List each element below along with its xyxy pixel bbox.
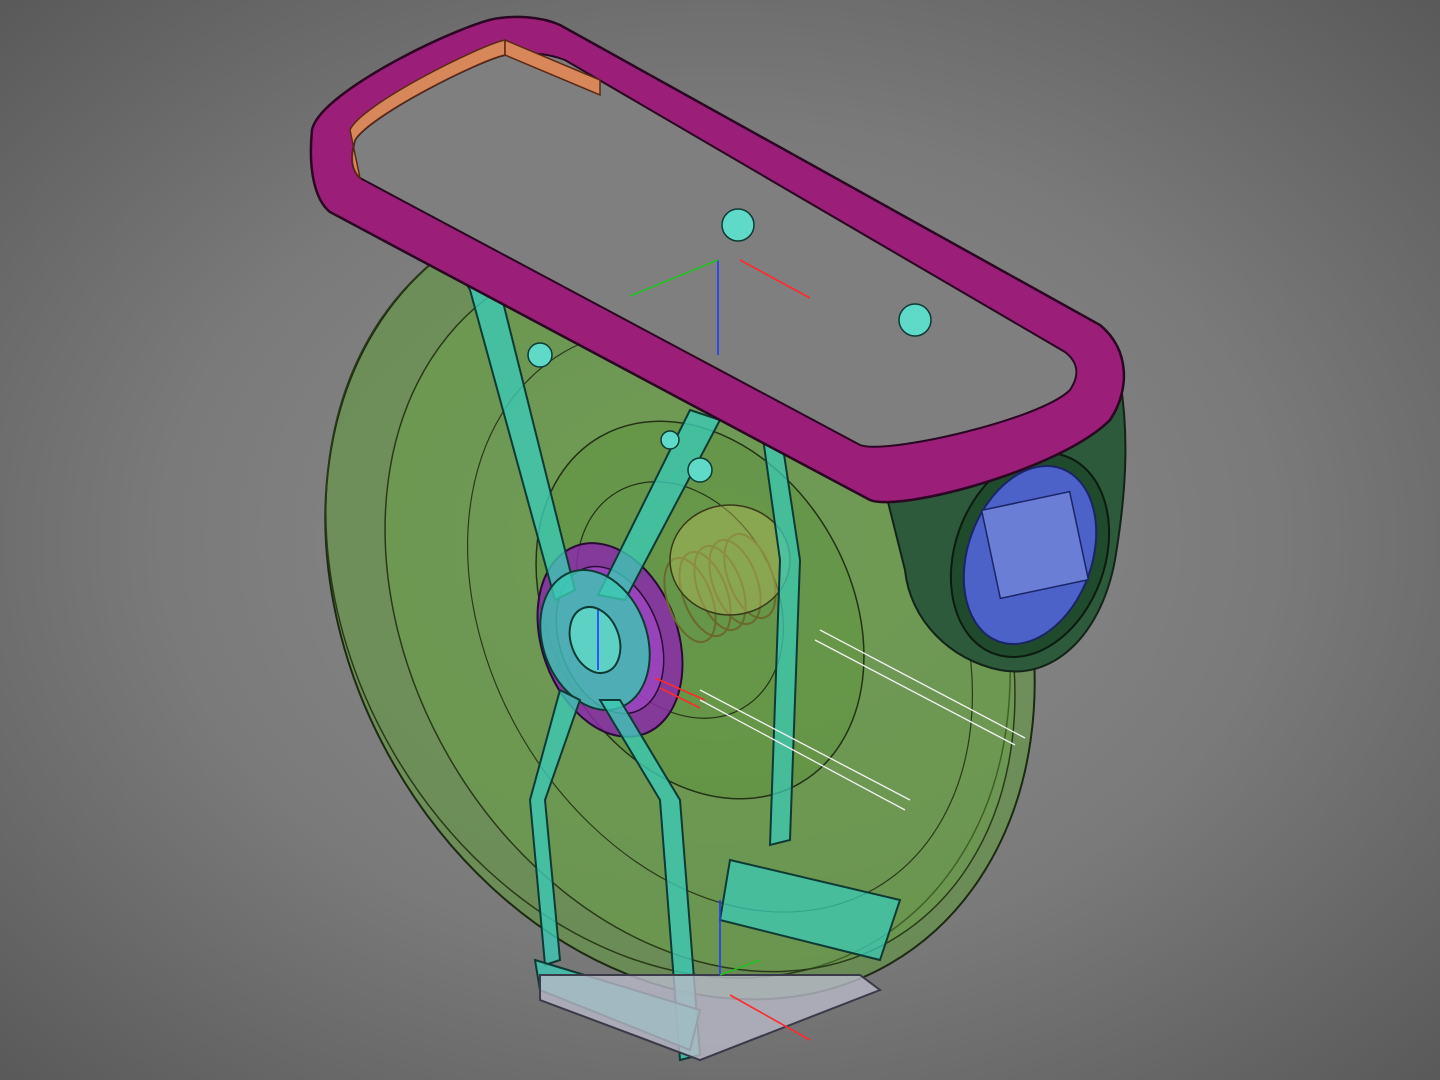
- base-plate[interactable]: [539, 974, 883, 1062]
- cad-viewport[interactable]: [0, 0, 1440, 1080]
- model-canvas[interactable]: [0, 0, 1440, 1080]
